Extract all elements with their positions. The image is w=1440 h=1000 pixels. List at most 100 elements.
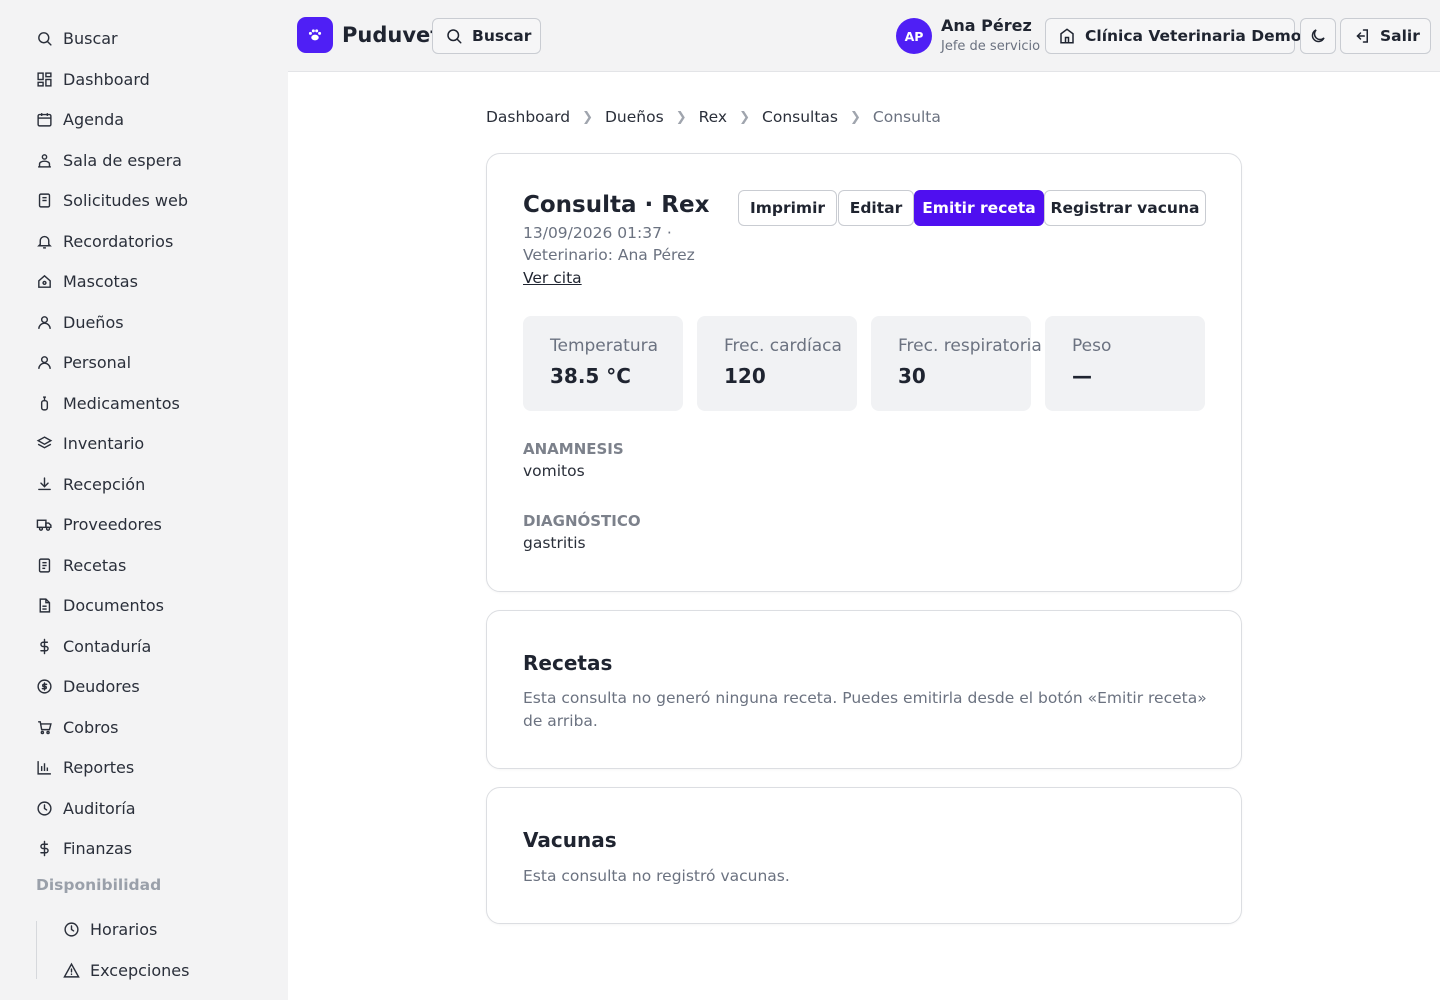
medicine-icon: [40, 395, 49, 411]
clinic-label: Clínica Veterinaria Demo: [1085, 27, 1302, 45]
waiting-room-icon: [38, 153, 51, 168]
logout-button[interactable]: Salir: [1340, 18, 1431, 54]
sidebar-item-inventario[interactable]: Inventario: [36, 428, 144, 458]
user-icon: [38, 355, 51, 369]
sidebar-item-label: Recetas: [63, 555, 127, 575]
file-icon: [38, 192, 51, 208]
sidebar-item-recetas[interactable]: Recetas: [36, 550, 126, 580]
theme-toggle-button[interactable]: [1300, 18, 1336, 54]
edit-button[interactable]: Editar: [838, 190, 914, 226]
warning-icon: [63, 962, 80, 978]
user-role: Jefe de servicio: [941, 39, 1041, 54]
app-logo[interactable]: [297, 17, 333, 53]
vital-label: Frec. cardíaca: [724, 336, 842, 356]
vacunas-title: Vacunas: [523, 828, 617, 852]
sidebar-item-horarios[interactable]: Horarios: [63, 914, 157, 944]
vital-value: 30: [898, 364, 926, 388]
sidebar-item-medicamentos[interactable]: Medicamentos: [36, 388, 180, 418]
vital-value: —: [1072, 364, 1092, 388]
diagnostico-label: Diagnóstico: [523, 512, 641, 530]
page-title: Consulta · Rex: [523, 192, 710, 218]
sidebar-item-deudores[interactable]: Deudores: [36, 671, 140, 701]
prescription-icon: [38, 557, 51, 573]
sidebar-item-contaduria[interactable]: Contaduría: [36, 631, 151, 661]
sidebar-item-label: Inventario: [63, 433, 145, 453]
sidebar-item-recordatorios[interactable]: Recordatorios: [36, 226, 173, 256]
sidebar-item-label: Sala de espera: [63, 150, 182, 170]
register-vaccine-button[interactable]: Registrar vacuna: [1044, 190, 1206, 226]
bar-chart-icon: [37, 760, 51, 775]
sidebar-item-reportes[interactable]: Reportes: [36, 752, 134, 782]
sidebar-item-cobros[interactable]: Cobros: [36, 712, 118, 742]
sidebar-item-label: Reportes: [63, 757, 135, 777]
sidebar-item-dashboard[interactable]: Dashboard: [36, 64, 150, 94]
sidebar-item-solicitudes-web[interactable]: Solicitudes web: [36, 185, 188, 215]
sidebar-item-label: Recordatorios: [63, 231, 174, 251]
consulta-vet: Veterinario: Ana Pérez: [523, 246, 695, 264]
sidebar-item-documentos[interactable]: Documentos: [36, 590, 164, 620]
breadcrumb-consultas[interactable]: Consultas: [762, 108, 838, 126]
cart-icon: [38, 720, 52, 734]
clock-icon: [64, 921, 79, 937]
truck-icon: [36, 519, 52, 531]
chevron-right-icon: ❯: [739, 109, 751, 125]
recetas-title: Recetas: [523, 651, 613, 675]
vital-label: Frec. respiratoria: [898, 336, 1042, 356]
header-search-button[interactable]: Buscar: [432, 18, 541, 54]
ver-cita-link[interactable]: Ver cita: [523, 269, 582, 287]
clinic-selector-button[interactable]: Clínica Veterinaria Demo: [1045, 18, 1301, 54]
chevron-right-icon: ❯: [582, 109, 593, 125]
sidebar-section-disponibilidad: Disponibilidad: [36, 876, 162, 894]
sidebar-item-auditoria[interactable]: Auditoría: [36, 793, 136, 823]
sidebar-item-label: Deudores: [63, 676, 140, 696]
sidebar-item-label: Documentos: [63, 595, 165, 615]
header-search-label: Buscar: [472, 27, 532, 45]
search-icon: [447, 29, 462, 44]
sidebar-item-excepciones[interactable]: Excepciones: [63, 955, 189, 985]
breadcrumb-dashboard[interactable]: Dashboard: [486, 108, 570, 126]
coin-icon: [37, 678, 52, 694]
sidebar-item-label: Recepción: [63, 474, 146, 494]
sidebar-item-label: Dashboard: [63, 69, 150, 89]
sidebar: Buscar Dashboard Agenda Sala de espera S…: [0, 0, 288, 1000]
vacunas-empty-text: Esta consulta no registró vacunas.: [523, 867, 790, 885]
diagnostico-text: gastritis: [523, 534, 586, 552]
sidebar-item-recepcion[interactable]: Recepción: [36, 469, 145, 499]
breadcrumb-duenos[interactable]: Dueños: [605, 108, 664, 126]
sidebar-item-personal[interactable]: Personal: [36, 347, 131, 377]
consulta-card: Consulta · Rex 13/09/2026 01:37 · Veteri…: [486, 153, 1242, 592]
sidebar-item-agenda[interactable]: Agenda: [36, 104, 124, 134]
sidebar-item-mascotas[interactable]: Mascotas: [36, 266, 138, 296]
recetas-card: Recetas Esta consulta no generó ninguna …: [486, 610, 1242, 769]
sidebar-item-label: Dueños: [63, 312, 124, 332]
sidebar-item-label: Buscar: [63, 28, 118, 48]
sidebar-item-label: Finanzas: [63, 838, 133, 858]
avatar[interactable]: AP: [896, 18, 932, 54]
layers-icon: [36, 435, 53, 449]
sidebar-item-proveedores[interactable]: Proveedores: [36, 509, 162, 539]
sidebar-item-label: Proveedores: [63, 514, 162, 534]
sidebar-item-sala-de-espera[interactable]: Sala de espera: [36, 145, 182, 175]
print-button[interactable]: Imprimir: [738, 190, 837, 226]
sidebar-item-duenos[interactable]: Dueños: [36, 307, 124, 337]
breadcrumb-current: Consulta: [872, 108, 941, 126]
brand-name: Puduvet: [342, 23, 441, 47]
chevron-right-icon: ❯: [850, 109, 861, 125]
sidebar-item-finanzas[interactable]: Finanzas: [36, 833, 132, 863]
sidebar-item-label: Solicitudes web: [63, 190, 188, 210]
consulta-datetime: 13/09/2026 01:37 ·: [523, 224, 672, 242]
sidebar-item-buscar[interactable]: Buscar: [36, 23, 118, 53]
recetas-empty-text: Esta consulta no generó ninguna receta. …: [523, 689, 1207, 730]
vacunas-card: Vacunas Esta consulta no registró vacuna…: [486, 787, 1242, 924]
sidebar-item-label: Medicamentos: [63, 393, 180, 413]
calendar-icon: [37, 112, 52, 127]
emit-prescription-button[interactable]: Emitir receta: [914, 190, 1044, 226]
document-icon: [39, 597, 51, 613]
breadcrumb-rex[interactable]: Rex: [699, 108, 728, 126]
vital-card-frec-respiratoria: Frec. respiratoria 30: [871, 316, 1042, 411]
submenu-divider: [36, 921, 37, 979]
clock-icon: [37, 800, 52, 816]
sidebar-item-label: Agenda: [63, 109, 125, 129]
vital-label: Temperatura: [550, 336, 659, 356]
sidebar-item-label: Horarios: [90, 919, 158, 939]
